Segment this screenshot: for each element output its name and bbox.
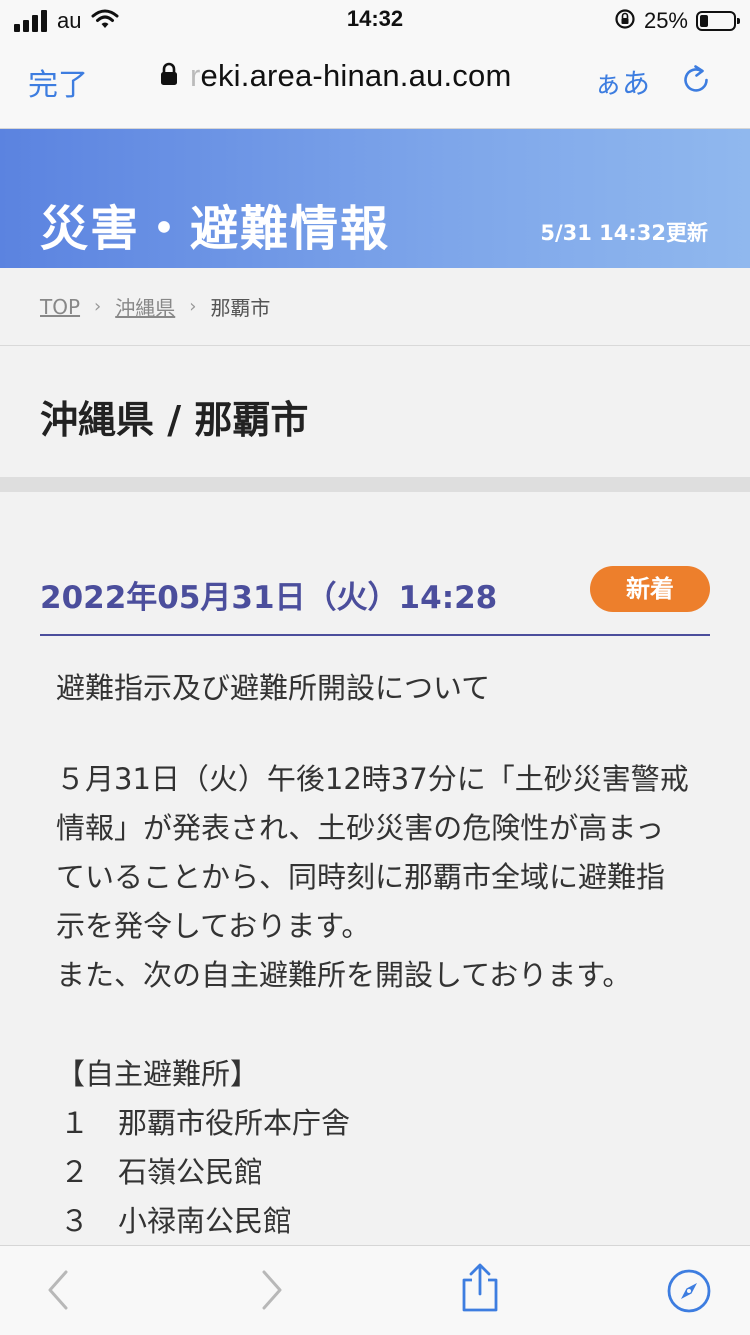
url-text-main: eki.area-hinan.au.com xyxy=(200,58,512,93)
lock-icon xyxy=(160,58,178,94)
breadcrumb-city: 那覇市 xyxy=(210,296,271,320)
share-icon[interactable] xyxy=(458,1262,502,1318)
battery-icon xyxy=(696,11,740,31)
battery-fill xyxy=(700,15,708,27)
forward-icon[interactable] xyxy=(254,1266,290,1318)
notice-header: 2022年05月31日（火）14:28 新着 xyxy=(40,562,710,636)
notice-paragraph-line: ５月31日（火）午後12時37分に「土砂災害警戒 xyxy=(56,762,689,796)
new-badge: 新着 xyxy=(590,566,710,612)
chevron-right-icon: › xyxy=(94,296,102,317)
breadcrumb: TOP › 沖縄県 › 那覇市 xyxy=(0,268,750,346)
notice-subject: 避難指示及び避難所開設について xyxy=(56,671,491,705)
url-text-faded: r xyxy=(190,58,201,93)
reload-icon[interactable] xyxy=(678,62,714,102)
list-item: ２ 石嶺公民館 xyxy=(56,1148,696,1197)
back-icon[interactable] xyxy=(40,1266,76,1318)
orientation-lock-icon xyxy=(614,8,636,34)
status-bar: au 14:32 25% xyxy=(0,0,750,42)
section-divider xyxy=(0,477,750,492)
status-right: 25% xyxy=(614,6,740,36)
notice-date: 2022年05月31日（火）14:28 xyxy=(40,580,498,616)
chevron-right-icon: › xyxy=(189,296,197,317)
list-item-number: ３ xyxy=(60,1204,90,1238)
notice-section: 2022年05月31日（火）14:28 新着 避難指示及び避難所開設について ５… xyxy=(0,492,750,1244)
list-item-number: ２ xyxy=(60,1155,90,1189)
site-title: 災害・避難情報 xyxy=(40,201,391,257)
browser-toolbar xyxy=(0,1245,750,1335)
done-button[interactable]: 完了 xyxy=(28,60,88,104)
update-timestamp: 5/31 14:32更新 xyxy=(540,221,708,245)
list-item-name: 那覇市役所本庁舎 xyxy=(118,1106,351,1140)
list-item-number: １ xyxy=(60,1106,90,1140)
page-title-section: 沖縄県 / 那覇市 xyxy=(0,347,750,477)
battery-percent: 25% xyxy=(643,8,688,33)
breadcrumb-prefecture[interactable]: 沖縄県 xyxy=(115,292,175,321)
breadcrumb-top[interactable]: TOP xyxy=(40,295,80,319)
list-item: １ 那覇市役所本庁舎 xyxy=(56,1099,696,1148)
list-item-name: 小禄南公民館 xyxy=(118,1204,293,1238)
notice-paragraph-line: 情報」が発表され、土砂災害の危険性が高まっ xyxy=(56,811,665,845)
page-title: 沖縄県 / 那覇市 xyxy=(40,398,309,442)
header-banner: 災害・避難情報 5/31 14:32更新 xyxy=(0,129,750,268)
list-item-name: 石嶺公民館 xyxy=(118,1155,264,1189)
text-size-button[interactable]: ぁあ xyxy=(594,62,650,102)
list-item: ３ 小禄南公民館 xyxy=(56,1197,696,1244)
notice-body: 避難指示及び避難所開設について ５月31日（火）午後12時37分に「土砂災害警戒… xyxy=(56,664,696,1244)
notice-paragraph-line: ていることから、同時刻に那覇市全域に避難指 xyxy=(56,860,666,894)
notice-paragraph-line: また、次の自主避難所を開設しております。 xyxy=(56,958,632,992)
compass-icon[interactable] xyxy=(666,1268,712,1318)
url-text: reki.area-hinan.au.com xyxy=(190,58,511,94)
shelters-heading: 【自主避難所】 xyxy=(56,1057,260,1091)
notice-paragraph-line: 示を発令しております。 xyxy=(56,909,371,943)
address-field[interactable]: reki.area-hinan.au.com xyxy=(160,58,511,94)
browser-url-bar: 完了 reki.area-hinan.au.com ぁあ xyxy=(0,42,750,129)
